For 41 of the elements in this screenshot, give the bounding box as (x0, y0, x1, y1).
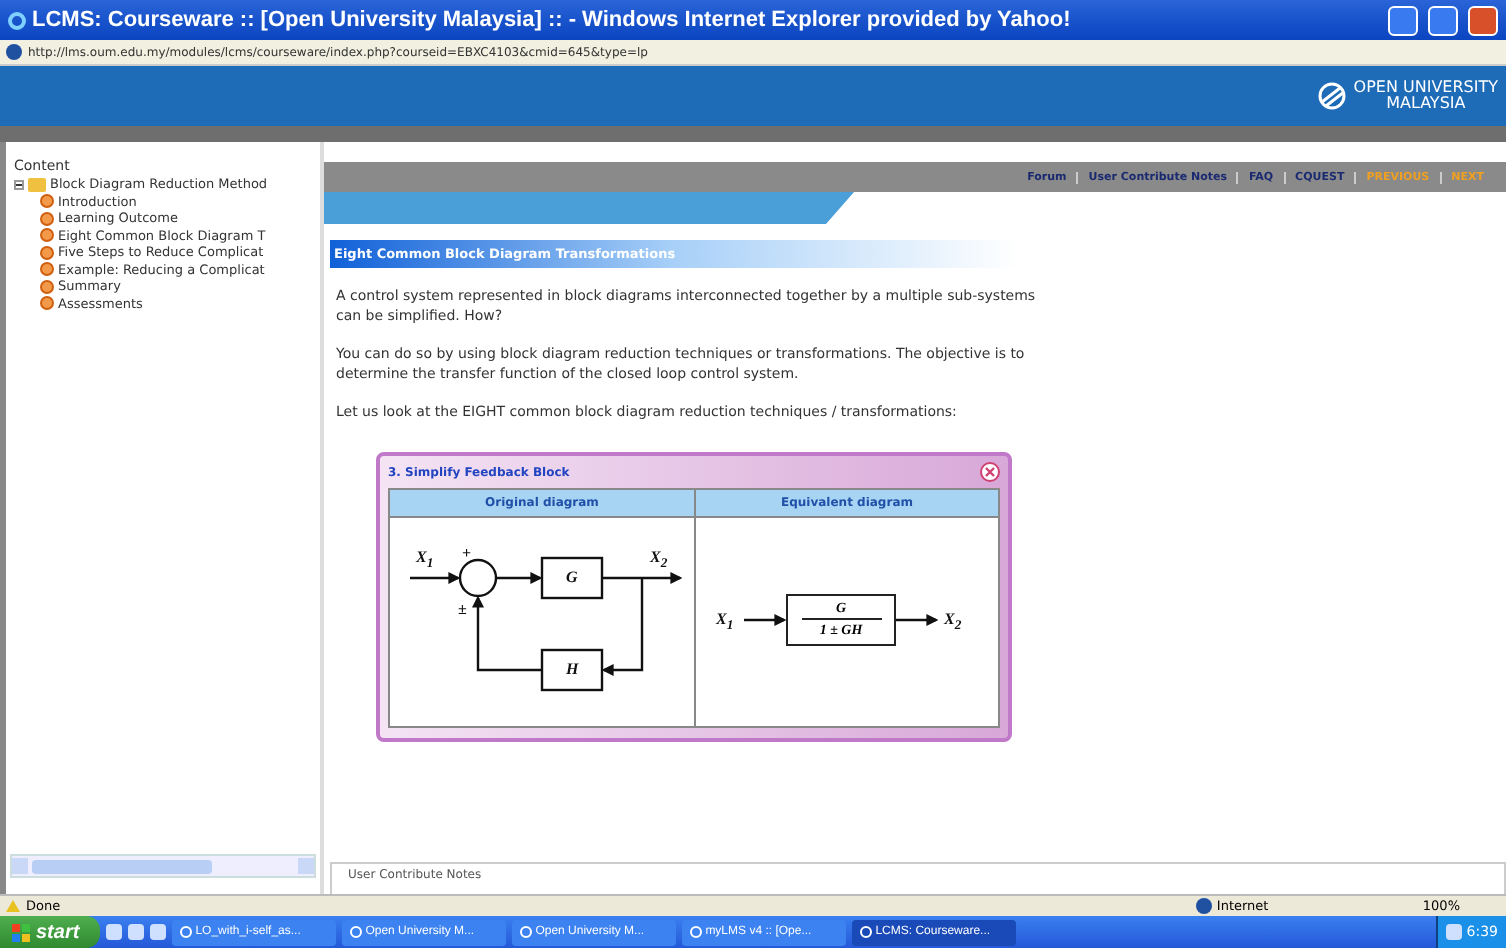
maximize-button[interactable] (1428, 5, 1458, 35)
collapse-icon[interactable] (14, 179, 24, 190)
feedback-block (540, 647, 604, 691)
signal-label: X$_{1}$ (716, 611, 734, 635)
window-icon (859, 926, 872, 938)
block-label: G (566, 569, 578, 585)
summing-junction (458, 557, 498, 597)
window-title: LCMS: Courseware :: [Open University Malaysia] :: - Windows Internet Explorer provided by Yahoo! (32, 8, 1073, 32)
output-arrow (602, 571, 683, 583)
horizontal-scrollbar[interactable] (10, 854, 316, 878)
window-icon (519, 926, 532, 938)
signal-label: X$_{1}$ (416, 549, 434, 573)
logo-text: OPEN UNIVERSITY (1353, 80, 1498, 96)
signal-label: X$_{2}$ (944, 611, 962, 635)
flag-icon (12, 923, 30, 941)
warning-icon (6, 900, 20, 912)
globe-icon (1196, 898, 1213, 914)
folder-icon (28, 177, 46, 192)
start-button[interactable]: start (0, 916, 100, 948)
window-icon (179, 926, 192, 938)
input-arrow (410, 571, 461, 583)
minimize-button[interactable] (1388, 5, 1418, 35)
globe-icon (6, 44, 22, 60)
feedback-arrow (601, 577, 644, 675)
window-icon (689, 926, 702, 938)
forward-block (540, 555, 604, 599)
block-label: H (566, 661, 579, 677)
close-button[interactable] (1468, 5, 1498, 35)
sign-label: + (462, 545, 472, 561)
input-arrow (744, 613, 787, 625)
logo-subtext: MALAYSIA (1386, 96, 1466, 112)
feedback-return-arrow (472, 594, 542, 671)
close-icon[interactable] (980, 462, 1000, 482)
signal-arrow (496, 571, 543, 583)
browser-icon (8, 11, 26, 29)
signal-label: X$_{2}$ (650, 549, 668, 573)
window-icon (349, 926, 362, 938)
sign-label: ± (458, 601, 467, 617)
logo-icon (1315, 82, 1348, 110)
tray-icon[interactable] (1446, 924, 1463, 940)
output-arrow (896, 613, 939, 625)
